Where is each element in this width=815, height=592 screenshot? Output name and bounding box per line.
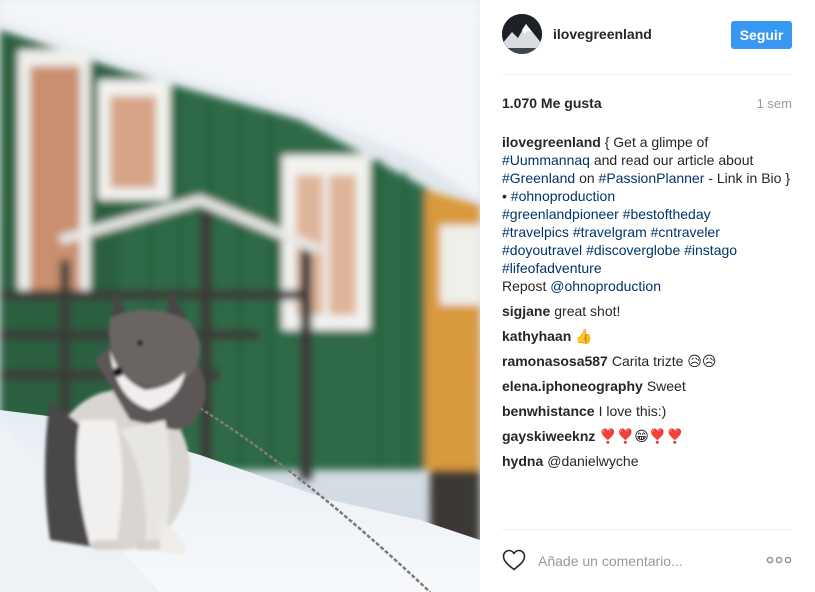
avatar[interactable]: [502, 14, 542, 54]
comment-text: I love this:): [598, 403, 667, 419]
caption-text: Repost: [502, 278, 547, 294]
post-timestamp[interactable]: 1 sem: [757, 96, 792, 111]
comment-mention-link[interactable]: @danielwyche: [547, 453, 638, 469]
avatar-mountain-icon: [502, 14, 542, 54]
hashtag-link[interactable]: #cntraveler: [651, 224, 720, 240]
hashtag-link[interactable]: #Uummannaq: [502, 152, 590, 168]
hashtag-link[interactable]: #greenlandpioneer: [502, 206, 619, 222]
comment-item: hydna @danielwyche: [502, 452, 792, 477]
hashtag-link[interactable]: #PassionPlanner: [599, 170, 705, 186]
caption-author[interactable]: ilovegreenland: [502, 134, 601, 150]
comment-item: elena.iphoneography Sweet: [502, 377, 792, 402]
mention-link[interactable]: @ohnoproduction: [550, 278, 661, 294]
caption-text: on: [579, 170, 595, 186]
caption-text: { Get a glimpe of: [604, 134, 709, 150]
post-photo[interactable]: [0, 0, 480, 592]
add-comment-input[interactable]: [538, 551, 738, 571]
post-author-username[interactable]: ilovegreenland: [553, 26, 652, 42]
caption-text: and read our article about: [593, 152, 754, 168]
comment-item: kathyhaan 👍: [502, 327, 792, 352]
hashtag-link[interactable]: #instago: [684, 242, 737, 258]
hashtag-link[interactable]: #travelpics: [502, 224, 569, 240]
comment-item: benwhistance I love this:): [502, 402, 792, 427]
post-caption: ilovegreenland { Get a glimpe of #Uumman…: [502, 133, 792, 295]
post-side-panel: ilovegreenland Seguir 1.070 Me gusta 1 s…: [480, 0, 815, 592]
hashtag-link[interactable]: #ohnoproduction: [511, 188, 615, 204]
comment-text: Carita trizte 😥😥: [611, 353, 717, 369]
post-header: ilovegreenland Seguir: [480, 0, 815, 74]
hashtag-link[interactable]: #bestoftheday: [623, 206, 711, 222]
hashtag-link[interactable]: #lifeofadventure: [502, 260, 602, 276]
comment-username[interactable]: sigjane: [502, 303, 550, 319]
comment-username[interactable]: kathyhaan: [502, 328, 571, 344]
comment-username[interactable]: elena.iphoneography: [502, 378, 643, 394]
hashtag-link[interactable]: #discoverglobe: [586, 242, 680, 258]
comment-text: 👍: [575, 328, 593, 344]
comment-username[interactable]: hydna: [502, 453, 543, 469]
follow-button[interactable]: Seguir: [731, 21, 792, 49]
heart-outline-icon[interactable]: [502, 549, 526, 571]
comment-item: gayskiweeknz ❣️❣️😁❣️❣️: [502, 427, 792, 452]
hashtag-link[interactable]: #doyoutravel: [502, 242, 582, 258]
comments-list: sigjane great shot! kathyhaan 👍 ramonasosa…: [502, 302, 792, 477]
hashtag-link[interactable]: #travelgram: [573, 224, 647, 240]
comment-item: sigjane great shot!: [502, 302, 792, 327]
post-stats: 1.070 Me gusta 1 sem: [502, 95, 792, 113]
comment-username[interactable]: benwhistance: [502, 403, 595, 419]
comment-item: ramonasosa587 Carita trizte 😥😥: [502, 352, 792, 377]
divider: [502, 74, 792, 75]
comment-text: great shot!: [554, 303, 621, 319]
hashtag-link[interactable]: #Greenland: [502, 170, 575, 186]
comment-text: Sweet: [646, 378, 686, 394]
instagram-post: ilovegreenland Seguir 1.070 Me gusta 1 s…: [0, 0, 815, 592]
comment-username[interactable]: gayskiweeknz: [502, 428, 595, 444]
post-footer: [480, 529, 815, 592]
more-options-icon[interactable]: [766, 553, 792, 567]
photo-husky-in-snow: [0, 0, 480, 592]
comment-text: ❣️❣️😁❣️❣️: [599, 428, 684, 444]
comment-username[interactable]: ramonasosa587: [502, 353, 608, 369]
likes-count[interactable]: 1.070 Me gusta: [502, 95, 602, 111]
